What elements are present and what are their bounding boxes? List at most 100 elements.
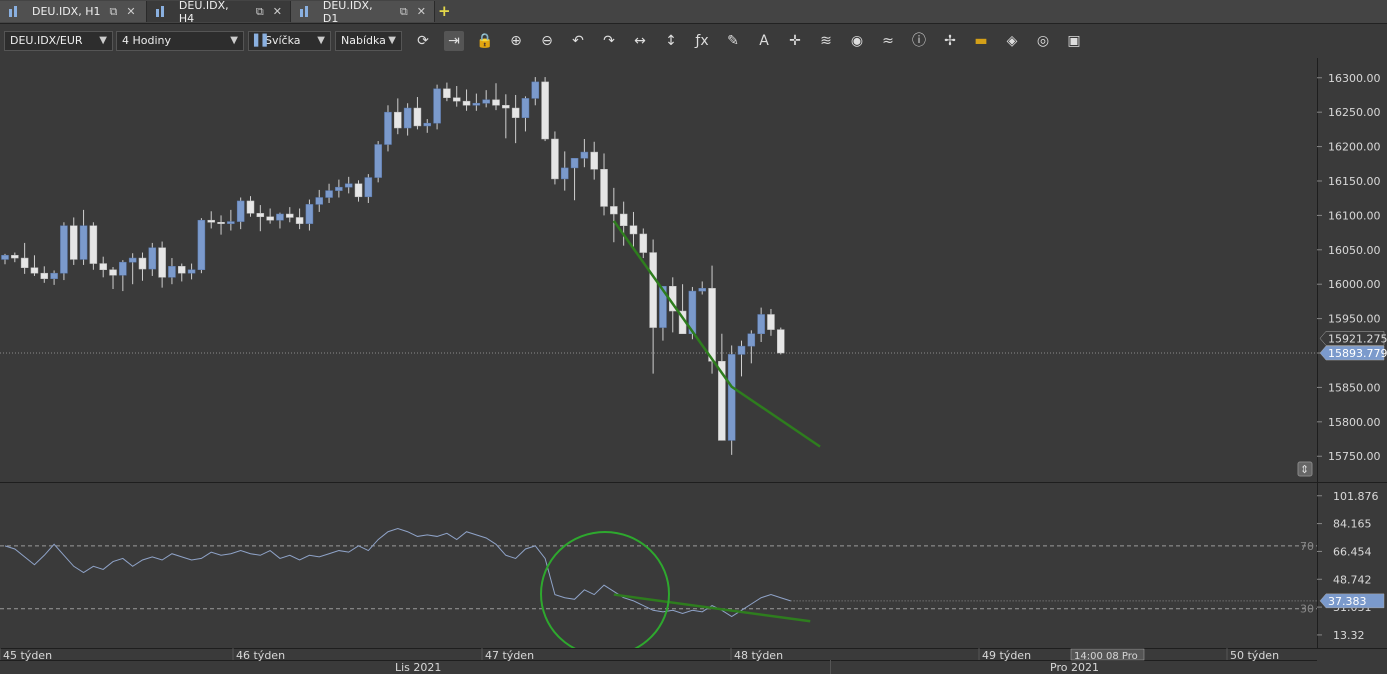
price-side-select[interactable]: Nabídka ▼ — [335, 31, 402, 51]
text-icon[interactable]: A — [754, 31, 774, 51]
candle — [502, 105, 510, 109]
y-tick-label: 16150.00 — [1328, 175, 1381, 188]
lock-icon[interactable]: 🔒 — [475, 31, 495, 51]
zoom-out-icon[interactable]: ⊖ — [537, 31, 557, 51]
candle — [109, 269, 117, 276]
candle — [89, 225, 98, 264]
candle — [246, 200, 255, 214]
popout-icon[interactable]: ⧉ — [256, 5, 264, 19]
candle — [394, 111, 402, 129]
y-tick-label: 16050.00 — [1328, 244, 1381, 257]
layers-icon[interactable]: ≋ — [816, 31, 836, 51]
rsi-y-tick-label: 84.165 — [1333, 518, 1372, 531]
candle — [374, 144, 382, 178]
candle — [60, 225, 68, 274]
candle — [560, 167, 569, 180]
candle — [286, 213, 294, 218]
candle — [747, 333, 756, 347]
candle — [315, 197, 323, 205]
pattern-icon[interactable]: ≈ — [878, 31, 898, 51]
info-icon[interactable]: ⓘ — [909, 31, 929, 51]
candle — [403, 107, 412, 129]
horizontal-resize-icon[interactable]: ↔ — [630, 31, 650, 51]
autoscroll-icon[interactable]: ⇥ — [444, 31, 464, 51]
candle — [11, 255, 19, 259]
cursor-time-label: 14:00 08 Pro — [1074, 651, 1138, 662]
template-icon[interactable]: ◎ — [1033, 31, 1053, 51]
crosshair-icon[interactable]: ✛ — [785, 31, 805, 51]
undo-icon[interactable]: ↶ — [568, 31, 588, 51]
tab-deu-h4[interactable]: DEU.IDX, H4 ⧉ ✕ — [147, 0, 291, 25]
close-icon[interactable]: ✕ — [417, 5, 426, 18]
week-label: 47 týden — [485, 649, 534, 662]
candle — [541, 81, 549, 140]
candle — [580, 151, 589, 159]
month-label: Lis 2021 — [395, 661, 441, 674]
redo-icon[interactable]: ↷ — [599, 31, 619, 51]
close-icon[interactable]: ✕ — [126, 5, 135, 18]
refresh-icon[interactable]: ⟳ — [413, 31, 433, 51]
y-tick-label: 15950.00 — [1328, 313, 1381, 326]
candle-icon — [155, 5, 169, 18]
candle — [777, 329, 785, 354]
y-tick-label: 16300.00 — [1328, 72, 1381, 85]
candle — [492, 99, 500, 106]
current-price-tag: 15893.779 — [1328, 347, 1387, 360]
candle — [767, 314, 775, 330]
chart-area[interactable]: 16300.00 16250.00 16200.00 16150.00 16100.00… — [0, 58, 1387, 674]
candle — [138, 257, 147, 270]
y-tick-label: 15750.00 — [1328, 450, 1381, 463]
cursor-icon[interactable]: ✢ — [940, 31, 960, 51]
candle — [531, 81, 540, 99]
paint-icon[interactable]: ◈ — [1002, 31, 1022, 51]
candle — [521, 98, 530, 118]
candle — [364, 177, 373, 198]
save-icon[interactable]: ▣ — [1064, 31, 1084, 51]
week-label: 48 týden — [734, 649, 783, 662]
candle — [325, 190, 333, 198]
candle — [551, 138, 559, 180]
candle — [266, 216, 274, 221]
candle — [698, 288, 706, 292]
candle — [305, 204, 314, 224]
chevron-down-icon: ▼ — [99, 35, 107, 46]
chart-style-select[interactable]: ▌▌ Svíčka ▼ — [248, 31, 331, 51]
candle — [168, 266, 176, 278]
popout-icon[interactable]: ⧉ — [400, 5, 408, 19]
candle — [217, 222, 225, 224]
y-tick-label: 15850.00 — [1328, 381, 1381, 394]
eye-icon[interactable]: ◉ — [847, 31, 867, 51]
pencil-icon[interactable]: ✎ — [723, 31, 743, 51]
y-tick-label: 16250.00 — [1328, 106, 1381, 119]
candle — [570, 158, 579, 169]
candle — [227, 221, 235, 224]
y-tick-label: 16000.00 — [1328, 278, 1381, 291]
candle — [462, 100, 471, 106]
candle — [354, 183, 363, 198]
tab-deu-d1[interactable]: DEU.IDX, D1 ⧉ ✕ — [291, 0, 435, 25]
zoom-in-icon[interactable]: ⊕ — [506, 31, 526, 51]
candle — [20, 257, 29, 268]
popout-icon[interactable]: ⧉ — [109, 5, 117, 19]
candle — [472, 102, 481, 106]
price-side-value: Nabídka — [341, 34, 386, 47]
add-tab-icon[interactable]: + — [438, 3, 456, 20]
candle — [600, 169, 608, 207]
rsi-level-label: 30 — [1300, 603, 1314, 616]
candle — [30, 267, 39, 274]
period-select[interactable]: 4 Hodiny ▼ — [116, 31, 244, 51]
candle — [69, 225, 78, 260]
color-icon[interactable]: ▬ — [971, 31, 991, 51]
scale-toggle-icon: ⇕ — [1300, 463, 1309, 476]
candle — [649, 252, 657, 328]
instrument-select[interactable]: DEU.IDX/EUR ▼ — [4, 31, 113, 51]
close-icon[interactable]: ✕ — [273, 5, 282, 18]
candle-icon — [8, 5, 22, 18]
candle — [99, 263, 107, 271]
vertical-resize-icon[interactable]: ↕ — [661, 31, 681, 51]
tab-deu-h1[interactable]: DEU.IDX, H1 ⧉ ✕ — [0, 1, 147, 22]
tab-bar: DEU.IDX, H1 ⧉ ✕ DEU.IDX, H4 ⧉ ✕ DEU.IDX,… — [0, 0, 1387, 25]
candle — [148, 247, 157, 270]
month-label: Pro 2021 — [1050, 661, 1099, 674]
indicator-fx-icon[interactable]: ƒx — [692, 31, 712, 51]
